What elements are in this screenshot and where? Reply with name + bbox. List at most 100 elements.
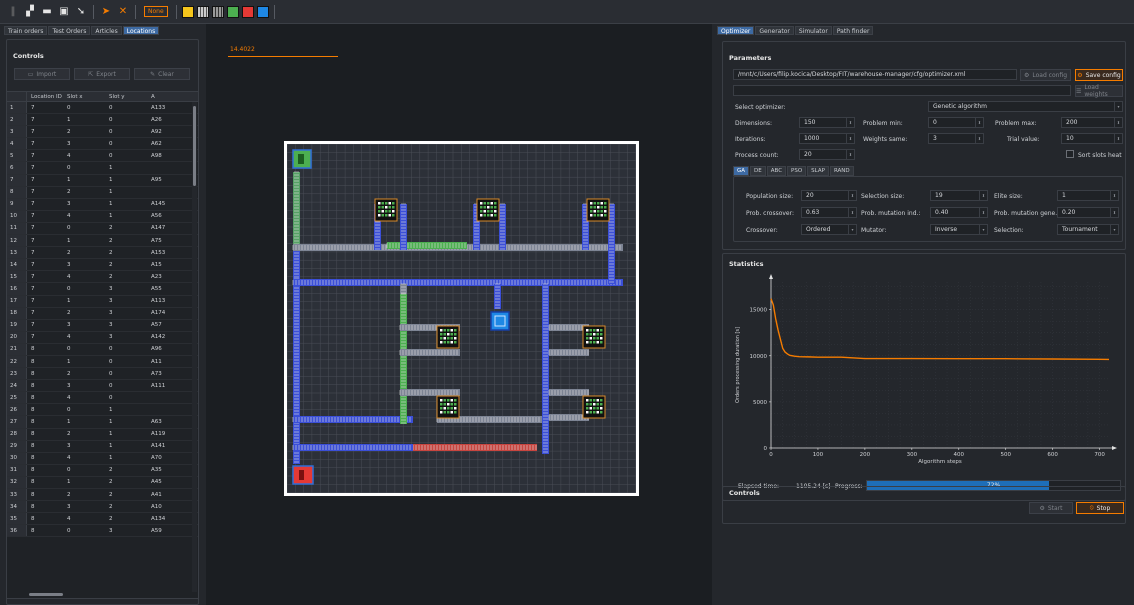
column-header[interactable]: Slot y — [105, 94, 149, 100]
weights-path-field[interactable] — [733, 85, 1071, 96]
mutator-select[interactable]: Inverse ▾ — [930, 224, 988, 235]
column-header[interactable]: Location ID — [27, 94, 63, 100]
table-row[interactable]: 30 8 4 1 A70 — [7, 452, 198, 465]
prob-mutation-ind-spinbox[interactable]: 0.40 ⬍ — [930, 207, 988, 218]
mode-badge[interactable]: None — [144, 6, 168, 17]
trial-value-spinbox[interactable]: 10 ⬍ — [1061, 133, 1123, 144]
warehouse-view[interactable]: 14.4022 — [206, 24, 712, 605]
table-row[interactable]: 3 7 2 0 A92 — [7, 126, 198, 139]
elite-size-spinbox[interactable]: 1 ⬍ — [1057, 190, 1119, 201]
table-row[interactable]: 27 8 1 1 A63 — [7, 416, 198, 429]
table-row[interactable]: 87 2 1 — [7, 186, 198, 199]
dimensions-spinbox[interactable]: 150 ⬍ — [799, 117, 855, 128]
entrance-tool-icon[interactable] — [226, 5, 239, 18]
weights-same-spinbox[interactable]: 3 ⬍ — [928, 133, 984, 144]
horizontal-scrollbar[interactable] — [27, 592, 187, 597]
tab-abc[interactable]: ABC — [766, 166, 787, 176]
exit-tool-icon[interactable] — [241, 5, 254, 18]
table-row[interactable]: 12 7 1 2 A75 — [7, 235, 198, 248]
table-row[interactable]: 1 7 0 0 A133 — [7, 102, 198, 115]
pointer-tool-icon[interactable]: ➘ — [74, 5, 88, 19]
table-row[interactable]: 10 7 4 1 A56 — [7, 210, 198, 223]
table-row[interactable]: 22 8 1 0 A11 — [7, 355, 198, 369]
table-row[interactable]: 19 7 3 3 A57 — [7, 319, 198, 332]
column-header[interactable]: Slot x — [63, 94, 105, 100]
cursor-tool-icon[interactable]: ➤ — [99, 5, 113, 19]
prob-mutation-gene-spinbox[interactable]: 0.20 ⬍ — [1057, 207, 1119, 218]
table-row[interactable]: 24 8 3 0 A111 — [7, 380, 198, 393]
table-row[interactable]: 20 7 4 3 A142 — [7, 331, 198, 344]
table-row[interactable]: 13 7 2 2 A153 — [7, 247, 198, 260]
table-row[interactable]: 2 7 1 0 A26 — [7, 114, 198, 127]
sort-slots-checkbox[interactable] — [1066, 150, 1074, 158]
clear-button[interactable]: ✎ Clear — [134, 68, 190, 80]
table-row[interactable]: 28 8 2 1 A119 — [7, 428, 198, 441]
tab-pso[interactable]: PSO — [787, 166, 807, 176]
table-row[interactable]: 5 7 4 0 A98 — [7, 150, 198, 163]
start-button[interactable]: ⚙ Start — [1029, 502, 1073, 514]
tab-simulator[interactable]: Simulator — [794, 26, 832, 35]
table-row[interactable]: 16 7 0 3 A55 — [7, 283, 198, 296]
tab-de[interactable]: DE — [750, 166, 766, 176]
vertical-scrollbar[interactable] — [192, 102, 197, 592]
stop-button[interactable]: ⦸ Stop — [1076, 502, 1124, 514]
rack-tool-icon[interactable] — [181, 5, 194, 18]
table-row[interactable]: 32 8 1 2 A45 — [7, 476, 198, 489]
table-row[interactable]: 35 8 4 2 A134 — [7, 513, 198, 526]
export-button[interactable]: ⇱ Export — [74, 68, 130, 80]
selection-select[interactable]: Tournament ▾ — [1057, 224, 1119, 235]
locations-table[interactable]: Location ID Slot x Slot y A 1 7 0 0 A133 2 7 1 0… — [6, 91, 199, 599]
scroll-thumb[interactable] — [193, 106, 196, 186]
load-config-button[interactable]: ⚙ Load config — [1020, 69, 1071, 81]
problem-max-spinbox[interactable]: 200 ⬍ — [1061, 117, 1123, 128]
save-icon[interactable]: ▣ — [57, 5, 71, 19]
table-row[interactable]: 23 8 2 0 A73 — [7, 368, 198, 381]
selection-size-spinbox[interactable]: 19 ⬍ — [930, 190, 988, 201]
table-row[interactable]: 17 7 1 3 A113 — [7, 295, 198, 308]
tab-slap[interactable]: SLAP — [807, 166, 829, 176]
prob-crossover-spinbox[interactable]: 0.63 ⬍ — [801, 207, 857, 218]
save-config-button[interactable]: ⚙ Save config — [1075, 69, 1123, 81]
table-row[interactable]: 14 7 3 2 A15 — [7, 259, 198, 272]
table-row[interactable]: 67 0 1 — [7, 162, 198, 175]
table-row[interactable]: 29 8 3 1 A141 — [7, 440, 198, 453]
table-row[interactable]: 36 8 0 3 A59 — [7, 525, 198, 538]
scroll-thumb[interactable] — [29, 593, 63, 596]
load-weights-button[interactable]: ☰ Load weights — [1075, 84, 1123, 98]
iterations-spinbox[interactable]: 1000 ⬍ — [799, 133, 855, 144]
optimizer-select[interactable]: Genetic algorithm ▾ — [928, 101, 1123, 112]
config-path-field[interactable]: /mnt/c/Users/filip.kocica/Desktop/FIT/wa… — [733, 69, 1017, 80]
process-count-spinbox[interactable]: 20 ⬍ — [799, 149, 855, 160]
new-icon[interactable]: ▞ — [23, 5, 37, 19]
shelf-tool-icon[interactable] — [196, 5, 209, 18]
wall-tool-icon[interactable] — [256, 5, 269, 18]
tab-optimizer[interactable]: Optimizer — [717, 26, 755, 35]
tab-ga[interactable]: GA — [733, 166, 750, 176]
import-button[interactable]: ▭ Import — [14, 68, 70, 80]
tab-train-orders[interactable]: Train orders — [4, 26, 48, 35]
column-header[interactable]: A — [149, 94, 177, 100]
crossover-select[interactable]: Ordered ▾ — [801, 224, 857, 235]
table-row[interactable]: 33 8 2 2 A41 — [7, 489, 198, 502]
tab-rand[interactable]: RAND — [829, 166, 854, 176]
open-folder-icon[interactable]: ▬ — [40, 5, 54, 19]
table-row[interactable]: 11 7 0 2 A147 — [7, 222, 198, 236]
table-row[interactable]: 4 7 3 0 A62 — [7, 138, 198, 151]
tab-generator[interactable]: Generator — [755, 26, 794, 35]
conveyor-tool-icon[interactable] — [211, 5, 224, 18]
tab-test-orders[interactable]: Test Orders — [48, 26, 91, 35]
table-row[interactable]: 9 7 3 1 A145 — [7, 198, 198, 211]
population-spinbox[interactable]: 20 ⬍ — [801, 190, 857, 201]
table-row[interactable]: 31 8 0 2 A35 — [7, 464, 198, 477]
tab-locations[interactable]: Locations — [122, 26, 160, 35]
table-row[interactable]: 26 8 0 1 — [7, 404, 198, 417]
tab-path-finder[interactable]: Path finder — [832, 26, 874, 35]
tab-articles[interactable]: Articles — [91, 26, 122, 35]
table-row[interactable]: 21 8 0 0 A96 — [7, 343, 198, 356]
warehouse-map[interactable] — [287, 144, 636, 493]
table-row[interactable]: 7 7 1 1 A95 — [7, 174, 198, 187]
delete-tool-icon[interactable]: ✕ — [116, 5, 130, 19]
table-row[interactable]: 25 8 4 0 — [7, 392, 198, 405]
table-row[interactable]: 15 7 4 2 A23 — [7, 271, 198, 284]
problem-min-spinbox[interactable]: 0 ⬍ — [928, 117, 984, 128]
